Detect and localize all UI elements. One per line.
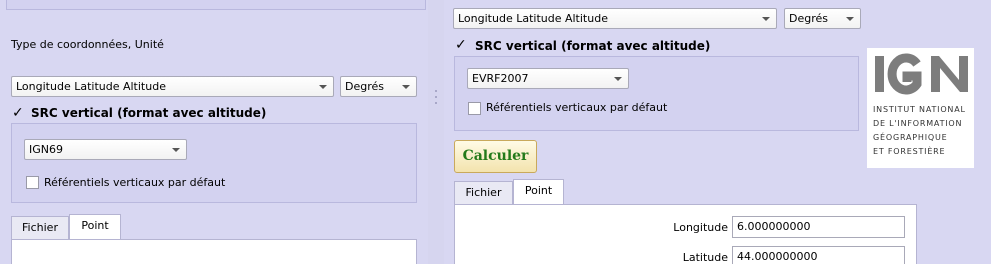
chevron-down-icon — [172, 148, 180, 152]
default-refs-label: Référentiels verticaux par défaut — [44, 176, 226, 189]
target-vertical-ref-combo[interactable]: EVRF2007 — [467, 68, 629, 89]
target-unit-value: Degrés — [789, 12, 828, 25]
target-default-refs-checkbox[interactable] — [468, 102, 481, 115]
vertical-ref-value: IGN69 — [29, 143, 63, 156]
vertical-groupbox — [11, 123, 417, 203]
longitude-label: Longitude — [673, 221, 728, 234]
latitude-field[interactable]: 44.000000000 — [732, 246, 905, 264]
vertical-src-label: SRC vertical (format avec altitude) — [31, 106, 267, 120]
target-tab-fichier[interactable]: Fichier — [454, 181, 513, 205]
logo-line-2: DE L'INFORMATION — [873, 119, 963, 128]
calculate-button[interactable]: Calculer — [454, 140, 537, 173]
unit-value: Degrés — [345, 80, 384, 93]
logo-line-4: ET FORESTIÈRE — [873, 147, 946, 156]
splitter-handle[interactable] — [428, 0, 444, 264]
target-vertical-src-label: SRC vertical (format avec altitude) — [475, 39, 711, 53]
coord-type-combo[interactable]: Longitude Latitude Altitude — [11, 76, 334, 97]
tab-point[interactable]: Point — [69, 214, 121, 240]
target-coord-type-combo[interactable]: Longitude Latitude Altitude — [453, 8, 777, 29]
ign-logo: INSTITUT NATIONAL DE L'INFORMATION GÉOGR… — [867, 48, 974, 168]
target-unit-combo[interactable]: Degrés — [784, 8, 861, 29]
chevron-down-icon — [319, 85, 327, 89]
logo-line-3: GÉOGRAPHIQUE — [873, 133, 948, 142]
coord-type-label: Type de coordonnées, Unité — [11, 38, 164, 51]
chevron-down-icon — [762, 17, 770, 21]
logo-line-1: INSTITUT NATIONAL — [873, 105, 966, 114]
target-vertical-ref-value: EVRF2007 — [472, 72, 529, 85]
longitude-field[interactable]: 6.000000000 — [732, 216, 905, 238]
chevron-down-icon — [402, 85, 410, 89]
target-coord-type-value: Longitude Latitude Altitude — [458, 12, 608, 25]
source-panel: Type de coordonnées, Unité Longitude Lat… — [0, 0, 428, 264]
vertical-ref-combo[interactable]: IGN69 — [24, 139, 187, 160]
target-default-refs-label: Référentiels verticaux par défaut — [486, 101, 668, 114]
target-tab-point[interactable]: Point — [513, 179, 564, 205]
tab-fichier[interactable]: Fichier — [11, 216, 69, 240]
chevron-down-icon — [846, 17, 854, 21]
chevron-down-icon — [614, 77, 622, 81]
unit-combo[interactable]: Degrés — [340, 76, 417, 97]
point-tab-pane — [11, 239, 417, 264]
vertical-src-checkbox[interactable]: ✓ — [12, 106, 25, 120]
coord-type-value: Longitude Latitude Altitude — [16, 80, 166, 93]
default-refs-checkbox[interactable] — [26, 176, 39, 189]
target-vertical-src-checkbox[interactable]: ✓ — [455, 38, 468, 52]
ign-letters-icon — [875, 53, 968, 95]
latitude-label: Latitude — [682, 251, 728, 264]
top-groupbox — [6, 0, 426, 10]
